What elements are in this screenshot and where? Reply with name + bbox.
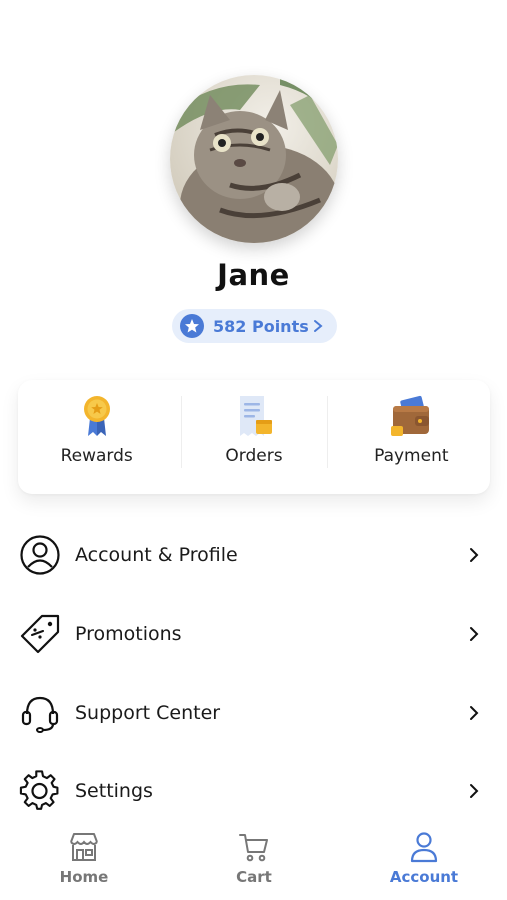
cart-icon bbox=[239, 834, 268, 862]
menu-item-account-profile[interactable]: Account & Profile bbox=[0, 525, 507, 585]
bottom-navigation: Home Cart Account bbox=[0, 820, 507, 900]
menu-label: Support Center bbox=[75, 702, 221, 724]
points-label: 582 Points bbox=[213, 316, 309, 336]
nav-cart[interactable]: Cart bbox=[194, 820, 314, 900]
payment-label: Payment bbox=[374, 446, 449, 466]
orders-label: Orders bbox=[225, 446, 283, 466]
menu-item-settings[interactable]: Settings bbox=[0, 761, 507, 821]
menu-item-support-center[interactable]: Support Center bbox=[0, 683, 507, 743]
payment-button[interactable]: Payment bbox=[333, 380, 490, 494]
nav-home-label: Home bbox=[59, 868, 109, 886]
chevron-right-icon bbox=[470, 627, 479, 641]
quick-actions-card: Rewards Orders Payment bbox=[18, 380, 490, 494]
menu-item-promotions[interactable]: Promotions bbox=[0, 604, 507, 664]
medal-icon bbox=[83, 396, 110, 436]
profile-avatar[interactable] bbox=[170, 75, 338, 243]
chevron-right-icon bbox=[313, 320, 323, 332]
store-icon bbox=[70, 833, 98, 861]
orders-button[interactable]: Orders bbox=[175, 380, 332, 494]
rewards-button[interactable]: Rewards bbox=[18, 380, 175, 494]
chevron-right-icon bbox=[470, 706, 479, 720]
wallet-icon bbox=[391, 395, 430, 436]
menu-label: Promotions bbox=[75, 623, 182, 645]
nav-cart-label: Cart bbox=[236, 868, 272, 886]
nav-account[interactable]: Account bbox=[364, 820, 484, 900]
headset-icon bbox=[21, 696, 59, 733]
nav-account-label: Account bbox=[389, 868, 459, 886]
person-icon bbox=[410, 832, 438, 863]
menu-label: Settings bbox=[75, 780, 153, 802]
cat-photo bbox=[170, 75, 338, 243]
divider bbox=[327, 396, 328, 468]
rewards-label: Rewards bbox=[60, 446, 133, 466]
nav-home[interactable]: Home bbox=[24, 820, 144, 900]
gear-icon bbox=[19, 770, 59, 810]
discount-tag-icon bbox=[20, 614, 60, 654]
star-icon bbox=[180, 314, 204, 338]
points-button[interactable]: 582 Points bbox=[172, 309, 337, 343]
user-name: Jane bbox=[217, 258, 290, 292]
chevron-right-icon bbox=[470, 784, 479, 798]
chevron-right-icon bbox=[470, 548, 479, 562]
menu-label: Account & Profile bbox=[75, 544, 238, 566]
receipt-icon bbox=[239, 396, 272, 436]
user-circle-icon bbox=[20, 535, 60, 575]
